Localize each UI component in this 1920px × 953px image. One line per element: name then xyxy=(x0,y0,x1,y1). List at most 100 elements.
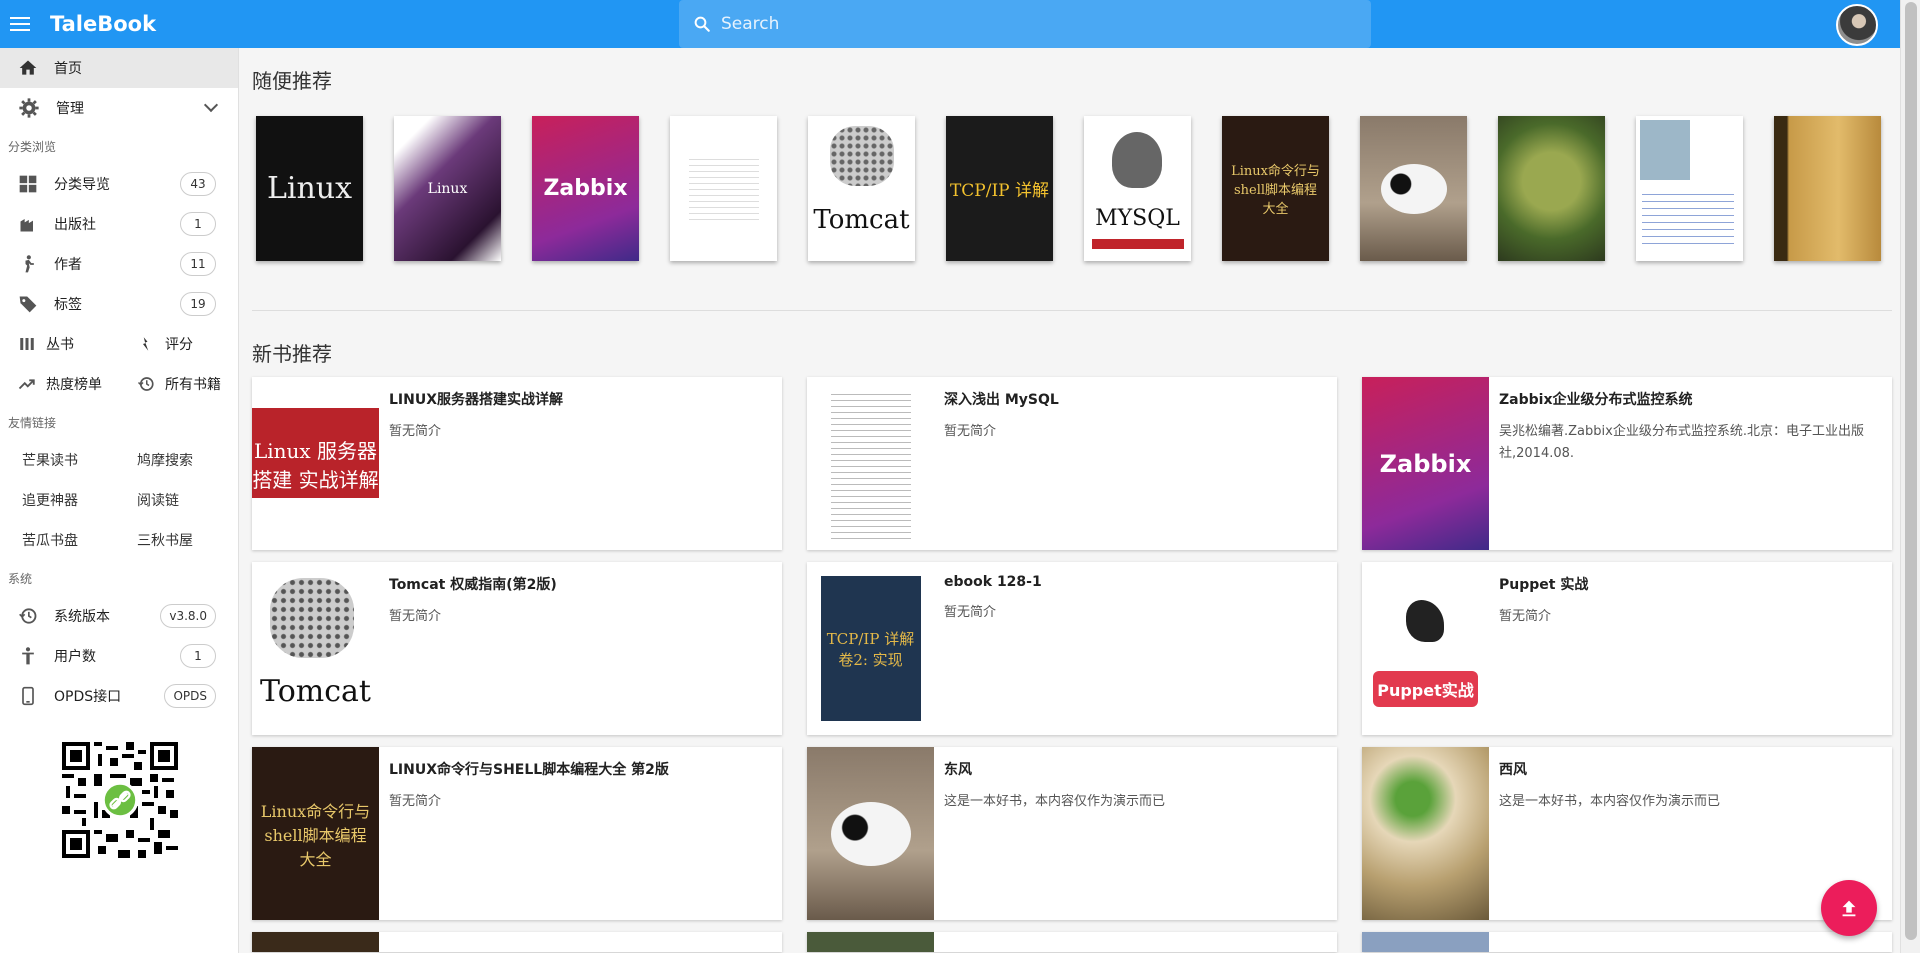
friend-link[interactable]: 三秋书屋 xyxy=(137,520,252,560)
menu-icon[interactable] xyxy=(0,0,40,48)
parrot-cover[interactable] xyxy=(1498,116,1605,261)
friend-link[interactable]: 苦瓜书盘 xyxy=(22,520,137,560)
cover-title: MYSQL xyxy=(1095,206,1180,231)
book-card[interactable]: TCP/IP 详解 卷2: 实现 ebook 128-1 暂无简介 xyxy=(807,562,1337,735)
page-scrollbar[interactable] xyxy=(1900,0,1920,953)
search-box[interactable] xyxy=(679,0,1371,48)
nav-hot-label: 热度榜单 xyxy=(46,377,102,393)
web-text xyxy=(1642,188,1734,248)
book-title[interactable]: 东风 xyxy=(944,759,1165,779)
book-card[interactable]: Puppet实战 Puppet 实战 暂无简介 xyxy=(1362,562,1892,735)
book-card[interactable]: Linux 服务器搭建 实战详解 LINUX服务器搭建实战详解 暂无简介 xyxy=(252,377,782,550)
web-cover[interactable] xyxy=(1636,116,1743,261)
book-title[interactable]: Puppet 实战 xyxy=(1499,574,1588,594)
rating-icon xyxy=(143,337,149,351)
nav-home[interactable]: 首页 xyxy=(0,48,238,88)
book-cover: Linux 服务器搭建 实战详解 xyxy=(252,377,379,550)
nav-version[interactable]: 系统版本 v3.8.0 xyxy=(0,596,238,636)
nav-authors[interactable]: 作者 11 xyxy=(0,244,238,284)
book-desc: 这是一本好书，本内容仅作为演示而已 xyxy=(944,794,1166,809)
opds-badge: OPDS xyxy=(164,684,216,708)
book-cover: Linux命令行与shell脚本编程大全 xyxy=(252,747,379,920)
cover-title: Linux命令行与shell脚本编程大全 xyxy=(260,801,371,869)
book-cover xyxy=(252,932,379,952)
book-desc: 暂无简介 xyxy=(389,609,442,624)
cover-title: Tomcat xyxy=(260,674,371,709)
book-card[interactable]: Tomcat Tomcat 权威指南(第2版) 暂无简介 xyxy=(252,562,782,735)
random-section-title: 随便推荐 xyxy=(252,68,332,93)
book-card[interactable] xyxy=(807,932,1337,952)
phone-icon xyxy=(22,686,34,706)
book-card[interactable]: 东风这是一本好书，本内容仅作为演示而已 xyxy=(807,747,1337,920)
nav-all-books-label: 所有书籍 xyxy=(165,377,221,393)
default-book-cover[interactable] xyxy=(1774,116,1881,261)
book-card[interactable]: Linux命令行与shell脚本编程大全 LINUX命令行与SHELL脚本编程大… xyxy=(252,747,782,920)
nav-series-label: 丛书 xyxy=(46,337,74,353)
nav-all-books[interactable]: 所有书籍 xyxy=(119,374,238,394)
search-input[interactable] xyxy=(721,14,1321,34)
cover-title: TCP/IP 详解 xyxy=(949,181,1050,201)
linux-cover[interactable]: Linux xyxy=(256,116,363,261)
scroll-top-button[interactable] xyxy=(1821,880,1877,936)
mysql-cover[interactable]: MYSQL xyxy=(1084,116,1191,261)
book-card[interactable] xyxy=(252,932,782,952)
linux-shell-cover[interactable]: Linux命令行与shell脚本编程大全 xyxy=(1222,116,1329,261)
tcpip-cover[interactable]: TCP/IP 详解 xyxy=(946,116,1053,261)
gear-icon xyxy=(19,98,39,118)
book-title[interactable]: ebook 128-1 xyxy=(944,574,1042,590)
leopard-illustration xyxy=(270,578,354,658)
nav-publishers-label: 出版社 xyxy=(54,217,96,233)
doc-lines xyxy=(688,153,759,224)
nav-rating[interactable]: 评分 xyxy=(119,334,238,354)
series-icon xyxy=(20,338,34,350)
nav-manage[interactable]: 管理 xyxy=(0,88,238,128)
nav-tags-label: 标签 xyxy=(54,297,82,313)
doc-cover[interactable] xyxy=(670,116,777,261)
main-content: 随便推荐 Linux Linux Zabbix Tomcat TCP/IP 详解… xyxy=(252,48,1892,952)
nav-tags[interactable]: 标签 19 xyxy=(0,284,238,324)
nav-series[interactable]: 丛书 xyxy=(0,334,119,354)
book-card[interactable] xyxy=(1362,932,1892,952)
book-cover: Zabbix xyxy=(1362,377,1489,550)
nav-hot[interactable]: 热度榜单 xyxy=(0,374,119,394)
book-cover xyxy=(1362,747,1489,920)
grid-icon xyxy=(19,175,37,193)
tomcat-cover[interactable]: Tomcat xyxy=(808,116,915,261)
book-card[interactable]: Zabbix Zabbix企业级分布式监控系统 吴兆松编著.Zabbix企业级分布… xyxy=(1362,377,1892,550)
book-title[interactable]: Tomcat 权威指南(第2版) xyxy=(389,574,557,594)
nav-categories[interactable]: 分类导览 43 xyxy=(0,164,238,204)
friend-link[interactable]: 芒果读书 xyxy=(22,440,137,480)
book-title[interactable]: 深入浅出 MySQL xyxy=(944,389,1059,409)
app-title[interactable]: TaleBook xyxy=(50,12,156,36)
friend-link[interactable]: 追更神器 xyxy=(22,480,137,520)
person-walking-icon xyxy=(25,255,34,273)
book-desc: 这是一本好书，本内容仅作为演示而已 xyxy=(1499,794,1721,809)
nav-opds[interactable]: OPDS接口 OPDS xyxy=(0,676,238,716)
tags-count: 19 xyxy=(180,292,216,316)
section-friends: 友情链接 xyxy=(8,415,57,430)
book-title[interactable]: LINUX服务器搭建实战详解 xyxy=(389,389,563,409)
book-card[interactable]: 深入浅出 MySQL 暂无简介 xyxy=(807,377,1337,550)
building-icon xyxy=(20,219,33,232)
friend-link[interactable]: 鸠摩搜索 xyxy=(137,440,252,480)
nav-rating-label: 评分 xyxy=(165,337,193,353)
qr-code[interactable] xyxy=(62,742,178,858)
trending-icon xyxy=(18,379,35,390)
zabbix-cover[interactable]: Zabbix xyxy=(532,116,639,261)
nav-users[interactable]: 用户数 1 xyxy=(0,636,238,676)
cover-title: Linux xyxy=(427,180,468,197)
book-title[interactable]: Zabbix企业级分布式监控系统 xyxy=(1499,389,1882,409)
tcpip-vol2: TCP/IP 详解 卷2: 实现 xyxy=(820,576,921,721)
book-cover xyxy=(1362,932,1489,952)
home-icon xyxy=(19,60,37,75)
scrollbar-thumb[interactable] xyxy=(1905,2,1917,940)
book-title[interactable]: LINUX命令行与SHELL脚本编程大全 第2版 xyxy=(389,759,669,779)
nav-publishers[interactable]: 出版社 1 xyxy=(0,204,238,244)
book-title[interactable]: 西风 xyxy=(1499,759,1720,779)
linux2-cover[interactable]: Linux xyxy=(394,116,501,261)
book-card[interactable]: 西风这是一本好书，本内容仅作为演示而已 xyxy=(1362,747,1892,920)
friend-link[interactable]: 阅读链 xyxy=(137,480,252,520)
sidebar: 首页 管理 分类浏览 分类导览 43 出版社 1 作者 11 标签 19 丛书 … xyxy=(0,48,239,953)
panda-cover[interactable] xyxy=(1360,116,1467,261)
user-avatar[interactable] xyxy=(1836,4,1878,46)
